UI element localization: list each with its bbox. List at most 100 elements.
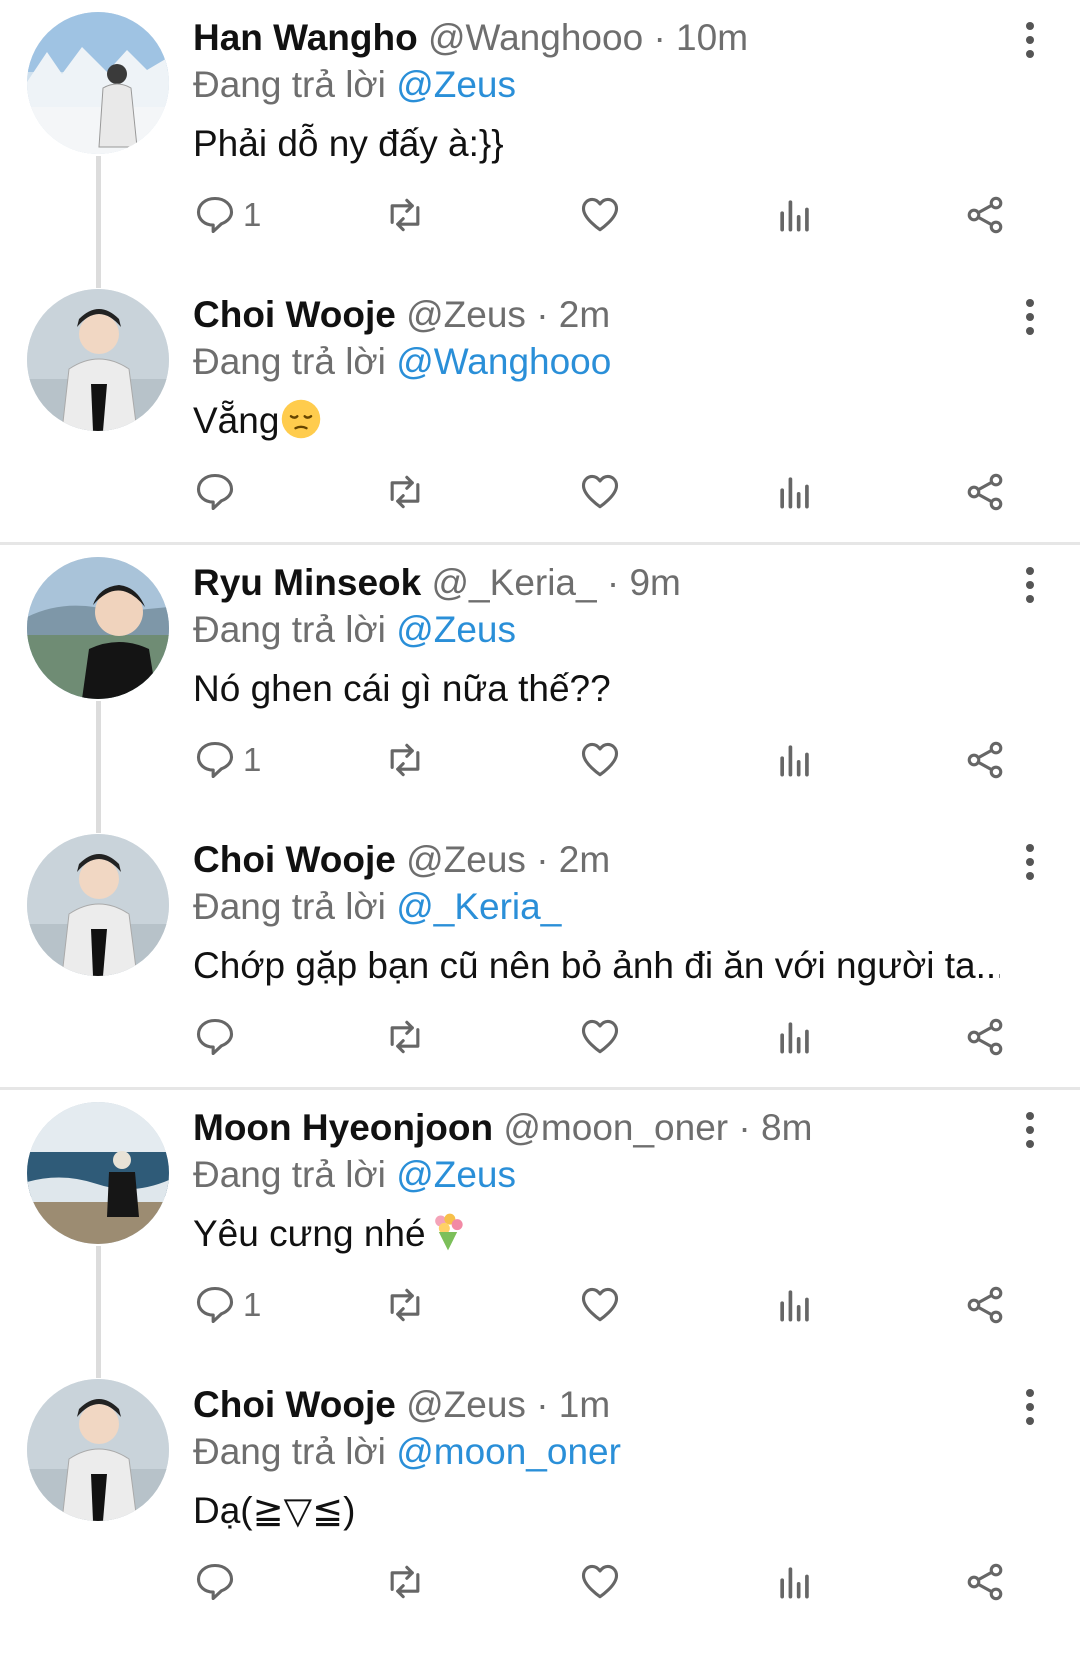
avatar[interactable] bbox=[27, 557, 169, 699]
bar-chart-icon bbox=[780, 1022, 809, 1054]
like-button[interactable] bbox=[578, 188, 622, 242]
tweet[interactable]: Han Wangho @Wanghooo · 10m Đang trả lời … bbox=[0, 0, 1080, 288]
retweet-button[interactable] bbox=[383, 1555, 427, 1609]
reply-button[interactable] bbox=[193, 1010, 243, 1064]
bar-chart-icon bbox=[780, 745, 809, 777]
tweet-actions: 1 bbox=[193, 1278, 1043, 1338]
share-icon bbox=[967, 473, 1003, 511]
reply-icon bbox=[196, 1018, 234, 1056]
display-name[interactable]: Choi Wooje bbox=[193, 839, 396, 880]
retweet-button[interactable] bbox=[383, 465, 427, 519]
tweet-actions bbox=[193, 1010, 1043, 1070]
thread: Moon Hyeonjoon @moon_oner · 8m Đang trả … bbox=[0, 1090, 1080, 1632]
reply-button[interactable]: 1 bbox=[193, 733, 261, 787]
handle[interactable]: @Wanghooo bbox=[428, 17, 643, 58]
tweet-actions: 1 bbox=[193, 188, 1043, 248]
tweet[interactable]: Choi Wooje @Zeus · 2m Đang trả lời @Wang… bbox=[0, 277, 1080, 542]
reply-mention[interactable]: @Zeus bbox=[396, 1154, 516, 1195]
retweet-icon bbox=[390, 475, 420, 509]
reply-mention[interactable]: @_Keria_ bbox=[396, 886, 561, 927]
reply-mention[interactable]: @moon_oner bbox=[396, 1431, 621, 1472]
reply-prefix: Đang trả lời bbox=[193, 1154, 386, 1195]
views-button[interactable] bbox=[773, 1278, 817, 1332]
views-button[interactable] bbox=[773, 465, 817, 519]
reply-icon bbox=[196, 1286, 234, 1324]
share-icon bbox=[967, 1286, 1003, 1324]
views-button[interactable] bbox=[773, 188, 817, 242]
reply-prefix: Đang trả lời bbox=[193, 341, 386, 382]
timestamp: · 1m bbox=[536, 1384, 611, 1425]
tweet[interactable]: Ryu Minseok @_Keria_ · 9m Đang trả lời @… bbox=[0, 545, 1080, 833]
reply-icon bbox=[196, 196, 234, 234]
reply-button[interactable]: 1 bbox=[193, 188, 261, 242]
more-options-icon[interactable] bbox=[1020, 844, 1040, 884]
reply-mention[interactable]: @Wanghooo bbox=[396, 341, 611, 382]
share-button[interactable] bbox=[963, 465, 1007, 519]
retweet-button[interactable] bbox=[383, 1278, 427, 1332]
share-icon bbox=[967, 1018, 1003, 1056]
timestamp: · 8m bbox=[738, 1107, 813, 1148]
more-options-icon[interactable] bbox=[1020, 299, 1040, 339]
share-button[interactable] bbox=[963, 188, 1007, 242]
share-button[interactable] bbox=[963, 733, 1007, 787]
thread-connector bbox=[96, 156, 101, 288]
avatar[interactable] bbox=[27, 12, 169, 154]
avatar-photo-jacket bbox=[27, 289, 169, 431]
handle[interactable]: @Zeus bbox=[406, 839, 526, 880]
reply-mention[interactable]: @Zeus bbox=[396, 64, 516, 105]
heart-icon bbox=[581, 1287, 619, 1322]
like-button[interactable] bbox=[578, 465, 622, 519]
display-name[interactable]: Choi Wooje bbox=[193, 294, 396, 335]
display-name[interactable]: Ryu Minseok bbox=[193, 562, 421, 603]
avatar[interactable] bbox=[27, 834, 169, 976]
tweet-text: Vẵng bbox=[193, 400, 280, 441]
more-options-icon[interactable] bbox=[1020, 22, 1040, 62]
like-button[interactable] bbox=[578, 1010, 622, 1064]
handle[interactable]: @moon_oner bbox=[503, 1107, 728, 1148]
share-icon bbox=[967, 741, 1003, 779]
handle[interactable]: @Zeus bbox=[406, 294, 526, 335]
retweet-button[interactable] bbox=[383, 188, 427, 242]
avatar[interactable] bbox=[27, 1379, 169, 1521]
reply-mention[interactable]: @Zeus bbox=[396, 609, 516, 650]
more-options-icon[interactable] bbox=[1020, 567, 1040, 607]
tweet[interactable]: Choi Wooje @Zeus · 1m Đang trả lời @moon… bbox=[0, 1367, 1080, 1632]
reply-count: 1 bbox=[243, 741, 262, 778]
reply-button[interactable] bbox=[193, 1555, 243, 1609]
share-button[interactable] bbox=[963, 1010, 1007, 1064]
thread-connector bbox=[96, 1246, 101, 1378]
share-button[interactable] bbox=[963, 1555, 1007, 1609]
display-name[interactable]: Han Wangho bbox=[193, 17, 418, 58]
reply-button[interactable] bbox=[193, 465, 243, 519]
retweet-icon bbox=[390, 1288, 420, 1322]
reply-button[interactable]: 1 bbox=[193, 1278, 261, 1332]
retweet-icon bbox=[390, 743, 420, 777]
tweet-text: Dạ(≧▽≦) bbox=[193, 1490, 356, 1531]
timestamp: · 10m bbox=[653, 17, 749, 58]
like-button[interactable] bbox=[578, 1278, 622, 1332]
handle[interactable]: @Zeus bbox=[406, 1384, 526, 1425]
tweet-text-row: Vẵng bbox=[193, 397, 1000, 445]
share-button[interactable] bbox=[963, 1278, 1007, 1332]
handle[interactable]: @_Keria_ bbox=[432, 562, 597, 603]
tweet-text: Yêu cưng nhé bbox=[193, 1213, 426, 1254]
reply-prefix: Đang trả lời bbox=[193, 609, 386, 650]
like-button[interactable] bbox=[578, 1555, 622, 1609]
display-name[interactable]: Moon Hyeonjoon bbox=[193, 1107, 493, 1148]
avatar[interactable] bbox=[27, 289, 169, 431]
retweet-button[interactable] bbox=[383, 733, 427, 787]
more-options-icon[interactable] bbox=[1020, 1112, 1040, 1152]
more-options-icon[interactable] bbox=[1020, 1389, 1040, 1429]
bar-chart-icon bbox=[780, 200, 809, 232]
views-button[interactable] bbox=[773, 1555, 817, 1609]
tweet-actions: 1 bbox=[193, 733, 1043, 793]
tweet[interactable]: Moon Hyeonjoon @moon_oner · 8m Đang trả … bbox=[0, 1090, 1080, 1378]
views-button[interactable] bbox=[773, 733, 817, 787]
thread-connector bbox=[96, 701, 101, 833]
like-button[interactable] bbox=[578, 733, 622, 787]
retweet-button[interactable] bbox=[383, 1010, 427, 1064]
avatar[interactable] bbox=[27, 1102, 169, 1244]
display-name[interactable]: Choi Wooje bbox=[193, 1384, 396, 1425]
tweet[interactable]: Choi Wooje @Zeus · 2m Đang trả lời @_Ker… bbox=[0, 822, 1080, 1087]
views-button[interactable] bbox=[773, 1010, 817, 1064]
